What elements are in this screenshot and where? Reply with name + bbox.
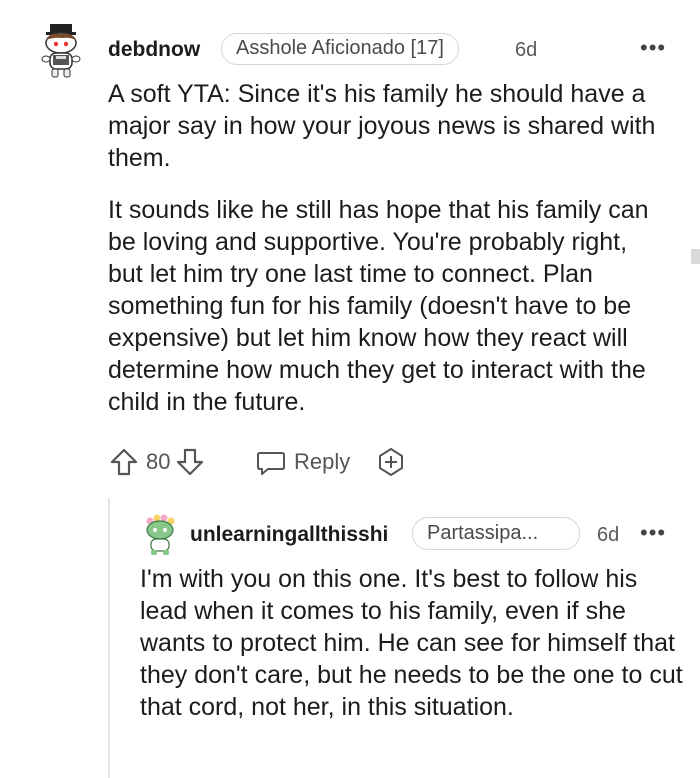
comment-paragraph: It sounds like he still has hope that hi… [108, 196, 649, 416]
scrollbar-thumb[interactable] [691, 249, 700, 264]
reply-button[interactable]: Reply [255, 444, 350, 480]
comment-body: A soft YTA: Since it's his family he sho… [108, 78, 668, 418]
reply-author-avatar[interactable] [142, 514, 178, 556]
award-plus-icon [375, 446, 407, 478]
vote-controls: 80 [108, 444, 206, 480]
snoo-avatar-icon [41, 24, 81, 78]
comment-paragraph: A soft YTA: Since it's his family he sho… [108, 80, 656, 172]
user-flair: Partassipa... [412, 517, 580, 550]
comment-author[interactable]: debdnow [108, 36, 200, 64]
more-options-button[interactable]: ••• [640, 522, 666, 544]
vote-count: 80 [146, 449, 171, 474]
author-avatar[interactable] [36, 22, 88, 80]
award-button[interactable] [375, 444, 407, 480]
user-flair: Asshole Aficionado [17] [221, 33, 459, 65]
speech-bubble-icon [255, 446, 287, 478]
thread-line[interactable] [108, 498, 110, 778]
downvote-arrow-icon[interactable] [174, 446, 206, 478]
more-options-button[interactable]: ••• [640, 37, 666, 59]
reply-author[interactable]: unlearningallthisshi [190, 521, 388, 549]
snoo-avatar-icon [146, 514, 175, 555]
reply-age: 6d [597, 524, 620, 546]
reply-body: I'm with you on this one. It's best to f… [140, 565, 683, 721]
comment-age: 6d [515, 39, 538, 61]
upvote-arrow-icon[interactable] [108, 446, 140, 478]
reply-label: Reply [294, 449, 351, 474]
